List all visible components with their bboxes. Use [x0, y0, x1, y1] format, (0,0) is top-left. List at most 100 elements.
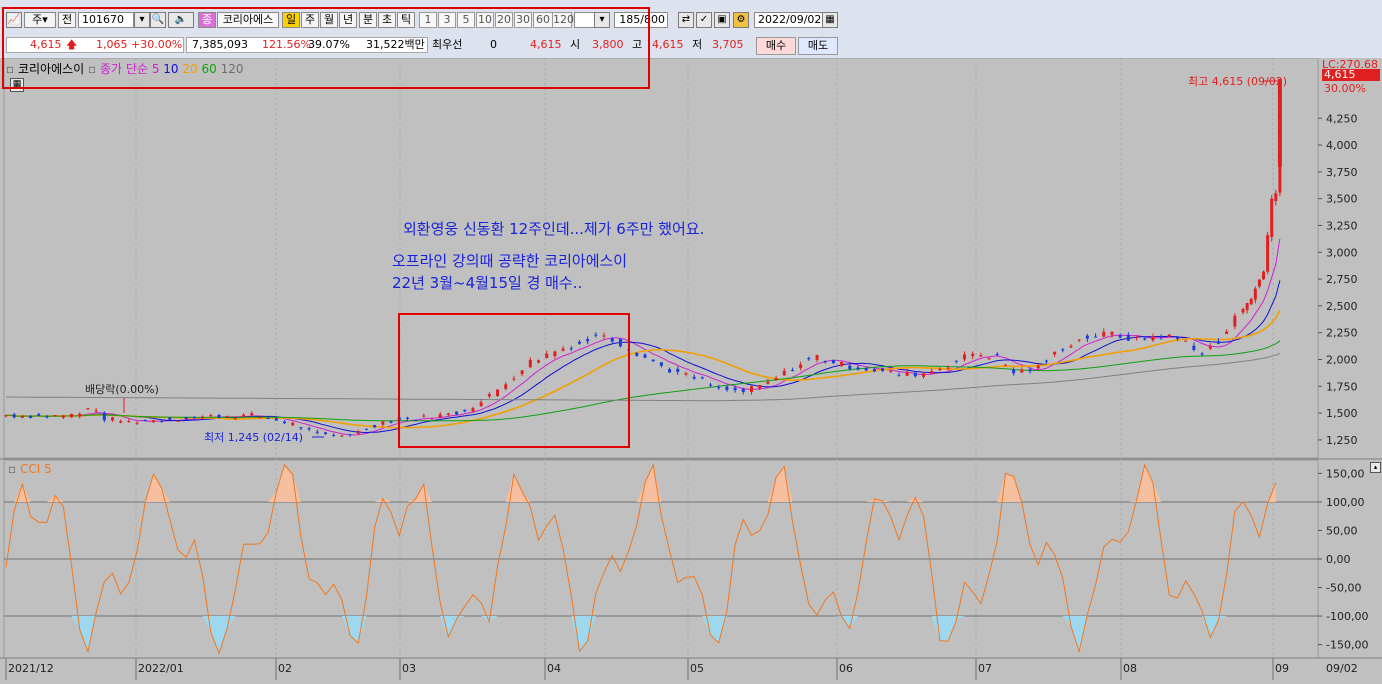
- candle-body: [709, 385, 712, 386]
- minute-3-button[interactable]: 3: [438, 12, 456, 28]
- candle-body: [381, 421, 384, 424]
- speaker-icon[interactable]: 🔈: [168, 12, 194, 28]
- minute-120-button[interactable]: 120: [552, 12, 572, 28]
- data-count-field[interactable]: 185/800: [614, 12, 668, 28]
- toolbar-row-1: 📈 주▾ 전 101670 ▾ 🔍 🔈 종 코리아에스 일 주 월 년 분 초 …: [0, 8, 1382, 32]
- low-annotation: 최저 1,245 (02/14): [204, 431, 303, 444]
- cci-tick-label: 100,00: [1326, 496, 1365, 509]
- candle-body: [537, 360, 540, 362]
- price-chart-svg[interactable]: 4,2504,0003,7503,5003,2503,0002,7502,500…: [0, 58, 1382, 681]
- period-year-button[interactable]: 년: [339, 12, 357, 28]
- candle-body: [594, 335, 597, 336]
- price-tick-label: 2,000: [1326, 354, 1358, 367]
- candle-body: [1266, 235, 1269, 272]
- candle-body: [488, 394, 491, 396]
- candle-body: [308, 428, 311, 429]
- candle-body: [644, 354, 647, 357]
- cci-tick-label: 150,00: [1326, 467, 1365, 480]
- x-tick-label: 09: [1275, 662, 1289, 675]
- period-select[interactable]: 주▾: [24, 12, 56, 28]
- candle-body: [1225, 332, 1228, 334]
- chart-area[interactable]: 4,2504,0003,7503,5003,2503,0002,7502,500…: [0, 58, 1382, 681]
- candle-body: [1004, 365, 1007, 366]
- up-arrow-icon: 🡅: [66, 37, 77, 53]
- x-tick-label: 05: [690, 662, 704, 675]
- candle-body: [545, 354, 548, 358]
- candle-body: [258, 417, 261, 418]
- candle-body: [1053, 352, 1056, 355]
- candle-body: [1254, 289, 1257, 300]
- stock-name-field[interactable]: 코리아에스: [217, 12, 279, 28]
- price-tick-label: 2,500: [1326, 300, 1358, 313]
- candle-body: [1012, 370, 1015, 374]
- collapse-icon[interactable]: ▴: [1370, 462, 1381, 473]
- candle-body: [37, 414, 40, 416]
- candle-body: [1119, 335, 1122, 337]
- candle-body: [1192, 346, 1195, 350]
- candle-body: [676, 369, 679, 372]
- period-minute-button[interactable]: 분: [359, 12, 377, 28]
- candle-body: [832, 360, 835, 363]
- candle-body: [1209, 347, 1212, 349]
- best-quote-value: 0: [490, 37, 497, 53]
- candle-body: [1143, 338, 1146, 339]
- candle-body: [242, 415, 245, 417]
- chart-icon[interactable]: 📈: [6, 12, 22, 28]
- high-price: 4,615: [652, 37, 684, 53]
- legend-ma-title: 종가 단순: [100, 62, 148, 76]
- period-month-button[interactable]: 월: [320, 12, 338, 28]
- save-icon[interactable]: ▣: [714, 12, 730, 28]
- prev-button[interactable]: 전: [58, 12, 76, 28]
- chevron-down-icon[interactable]: ▾: [134, 12, 150, 28]
- price-change-pct: +30.00%: [131, 37, 182, 53]
- cci-overbought-fill: [1005, 473, 1013, 502]
- minute-20-button[interactable]: 20: [495, 12, 513, 28]
- price-tick-label: 2,750: [1326, 273, 1358, 286]
- volume-ratio: 121.56%: [262, 37, 311, 53]
- period-week-button[interactable]: 주: [301, 12, 319, 28]
- price-tick-label: 3,000: [1326, 246, 1358, 259]
- stock-code-input[interactable]: 101670: [78, 12, 134, 28]
- quote-bar: 4,615 🡅 1,065 +30.00% 7,385,093 121.56% …: [0, 35, 1382, 55]
- candle-body: [455, 412, 458, 415]
- candle-body: [922, 374, 925, 377]
- swap-icon[interactable]: ⇄: [678, 12, 694, 28]
- candle-body: [521, 370, 524, 374]
- stock-type-badge: 종: [198, 12, 216, 28]
- trade-amount: 31,522백만: [366, 37, 425, 53]
- open-label: 시: [570, 37, 580, 53]
- minute-60-button[interactable]: 60: [533, 12, 553, 28]
- volume: 7,385,093: [192, 37, 248, 53]
- buy-button[interactable]: 매수: [756, 37, 796, 55]
- minute-30-button[interactable]: 30: [514, 12, 532, 28]
- period-tick-button[interactable]: 틱: [397, 12, 415, 28]
- x-tick-label: 03: [402, 662, 416, 675]
- date-field[interactable]: 2022/09/02: [754, 12, 826, 28]
- candle-body: [1246, 303, 1249, 310]
- candle-body: [775, 378, 778, 380]
- minute-5-button[interactable]: 5: [457, 12, 475, 28]
- candle-body: [955, 361, 958, 362]
- calendar-icon[interactable]: ▦: [822, 12, 838, 28]
- sell-button[interactable]: 매도: [798, 37, 838, 55]
- x-tick-label: 07: [978, 662, 992, 675]
- candle-body: [807, 358, 810, 359]
- candle-body: [938, 369, 941, 370]
- candle-body: [250, 413, 253, 415]
- period-second-button[interactable]: 초: [378, 12, 396, 28]
- period-day-button[interactable]: 일: [282, 12, 300, 28]
- candle-body: [963, 354, 966, 359]
- settings-gear-icon[interactable]: ⚙: [733, 12, 749, 28]
- current-price: 4,615: [30, 37, 62, 53]
- grid-table-icon[interactable]: ▦: [10, 78, 24, 92]
- legend-marker-icon: ▫: [6, 62, 14, 76]
- candle-body: [750, 386, 753, 392]
- minute-1-button[interactable]: 1: [419, 12, 437, 28]
- cci-tick-label: -50,00: [1326, 582, 1361, 595]
- candle-body: [70, 414, 73, 417]
- minute-10-button[interactable]: 10: [476, 12, 494, 28]
- chevron-down-icon[interactable]: ▾: [594, 12, 610, 28]
- candle-body: [701, 378, 704, 379]
- check-chart-icon[interactable]: ✓: [696, 12, 712, 28]
- search-icon[interactable]: 🔍: [150, 12, 166, 28]
